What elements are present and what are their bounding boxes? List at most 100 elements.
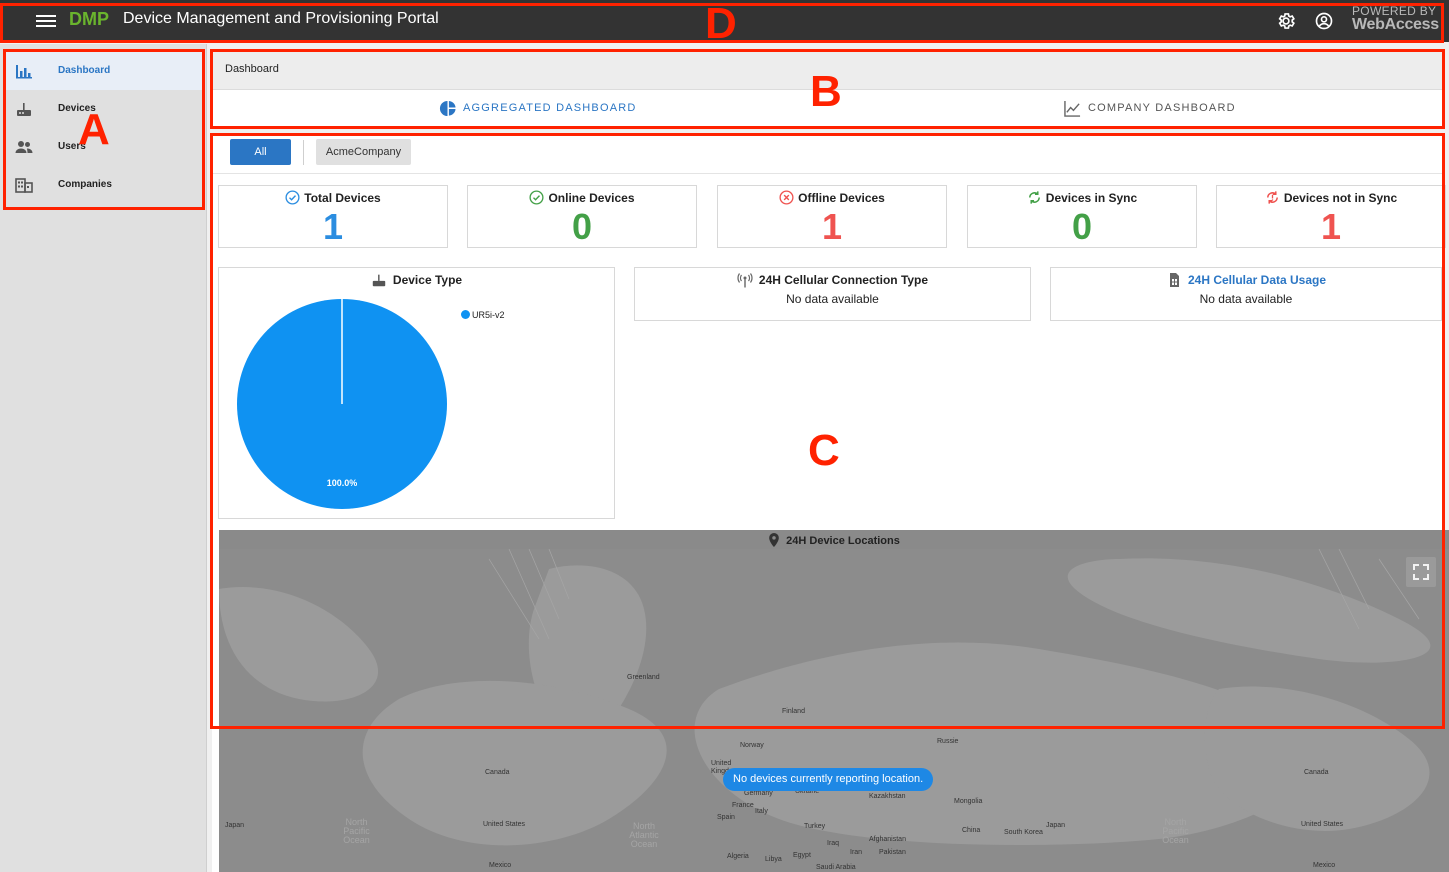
tab-aggregated-dashboard[interactable]: AGGREGATED DASHBOARD <box>439 100 637 117</box>
powered-by-logo: POWERED BY WebAccess <box>1352 5 1439 33</box>
map-label: Algeria <box>727 853 749 860</box>
map-label: United States <box>1301 821 1344 828</box>
map-header: 24H Device Locations <box>219 530 1449 549</box>
stat-label: Offline Devices <box>798 191 885 205</box>
cellular-data-usage-card: 24H Cellular Data Usage No data availabl… <box>1050 267 1442 321</box>
no-data-text: No data available <box>786 292 879 306</box>
map-label: Mexico <box>489 862 512 869</box>
map-label: Germany <box>744 790 773 797</box>
gear-icon[interactable] <box>1276 11 1296 31</box>
map-label: Mexico <box>1313 862 1336 869</box>
map-label: France <box>732 802 754 809</box>
ocean-label: North Pacific Ocean <box>1162 817 1189 845</box>
cellular-connection-card: 24H Cellular Connection Type No data ava… <box>634 267 1031 321</box>
map-label: Afghanistan <box>869 836 906 843</box>
stat-value: 1 <box>1320 206 1342 247</box>
chart-legend[interactable]: UR5i-v2 <box>461 310 505 320</box>
map-title: 24H Device Locations <box>786 535 900 547</box>
stat-label: Devices not in Sync <box>1283 191 1398 205</box>
sidebar-item-label: Companies <box>58 179 112 190</box>
filter-all-button[interactable]: All <box>230 139 291 165</box>
map-label: Pakistan <box>879 849 906 856</box>
check-circle-icon <box>529 190 545 205</box>
no-location-message: No devices currently reporting location. <box>723 768 934 791</box>
device-locations-map[interactable]: 24H Device Locations Greenland Finland N… <box>219 530 1449 872</box>
stat-offline-devices: Offline Devices 1 <box>717 185 947 248</box>
map-label: Russie <box>937 738 959 745</box>
map-label: Mongolia <box>954 798 983 805</box>
sync-icon <box>1028 191 1040 204</box>
map-label: South Korea <box>1004 829 1043 836</box>
legend-label: UR5i-v2 <box>472 310 505 320</box>
breadcrumb: Dashboard <box>225 63 279 75</box>
brand-logo[interactable]: DMP <box>69 9 109 30</box>
map-label: Iran <box>850 849 863 856</box>
map-label: China <box>962 827 981 834</box>
sidebar-item-dashboard[interactable]: Dashboard <box>4 52 202 90</box>
stat-total-devices: Total Devices 1 <box>218 185 448 248</box>
antenna-icon <box>737 273 753 288</box>
map-label: Iraq <box>827 840 840 847</box>
building-icon <box>15 178 33 193</box>
map-label: Japan <box>1046 822 1066 829</box>
map-label: Turkey <box>804 823 826 830</box>
x-circle-icon <box>779 190 794 205</box>
app-title: Device Management and Provisioning Porta… <box>123 10 439 27</box>
map-label: Greenland <box>627 674 660 681</box>
map-label: Italy <box>755 808 768 815</box>
stat-devices-not-in-sync: Devices not in Sync 1 <box>1216 185 1446 248</box>
pie-chart-icon <box>439 100 456 117</box>
device-type-card: Device Type 100.0% UR5i-v2 <box>218 267 615 519</box>
menu-icon[interactable] <box>36 12 56 30</box>
map-label: Canada <box>485 769 510 776</box>
tab-company-dashboard[interactable]: COMPANY DASHBOARD <box>1064 100 1236 117</box>
annotation-label-b: B <box>810 67 842 116</box>
stat-devices-in-sync: Devices in Sync 0 <box>967 185 1197 248</box>
stat-value: 0 <box>571 206 593 247</box>
card-title[interactable]: 24H Cellular Data Usage <box>1188 273 1326 287</box>
map-label: Saudi Arabia <box>816 864 856 871</box>
divider <box>303 140 304 165</box>
fullscreen-icon <box>1413 564 1429 580</box>
filter-company-button[interactable]: AcmeCompany <box>316 139 411 165</box>
map-label: Egypt <box>793 852 811 859</box>
location-pin-icon <box>769 533 779 547</box>
stat-value: 0 <box>1071 206 1093 247</box>
sidebar-item-label: Dashboard <box>58 65 111 76</box>
annotation-label-c: C <box>808 426 840 475</box>
stat-label: Devices in Sync <box>1045 191 1138 205</box>
stat-value: 1 <box>821 206 843 247</box>
ocean-label: North Pacific Ocean <box>343 817 370 845</box>
map-label: Finland <box>782 708 805 715</box>
map-label: Kazakhstan <box>869 793 906 800</box>
bar-chart-icon <box>16 65 32 79</box>
stat-label: Total Devices <box>304 191 381 205</box>
device-type-pie-chart: 100.0% <box>237 299 447 509</box>
ocean-label: North Atlantic Ocean <box>629 821 659 849</box>
sidebar-item-companies[interactable]: Companies <box>4 166 202 204</box>
check-circle-icon <box>285 190 300 205</box>
webaccess-text: WebAccess <box>1352 16 1439 33</box>
account-circle-icon[interactable] <box>1314 11 1334 31</box>
map-label: Libya <box>765 856 782 863</box>
world-map-background <box>219 549 1449 872</box>
router-icon <box>372 274 386 287</box>
card-title: 24H Cellular Connection Type <box>758 273 929 287</box>
annotation-label-d: D <box>705 0 737 48</box>
map-label: Spain <box>717 814 735 821</box>
fullscreen-button[interactable] <box>1406 557 1436 587</box>
stat-label: Online Devices <box>548 191 635 205</box>
legend-swatch <box>461 310 470 319</box>
tab-label: COMPANY DASHBOARD <box>1088 102 1236 114</box>
map-label: Norway <box>740 742 764 749</box>
line-chart-icon <box>1064 100 1081 117</box>
map-label: Japan <box>225 822 245 829</box>
stat-online-devices: Online Devices 0 <box>467 185 697 248</box>
pie-data-label: 100.0% <box>327 478 358 488</box>
sidebar: Dashboard Devices Users Companies <box>0 44 207 872</box>
users-icon <box>15 141 33 153</box>
router-icon <box>17 103 31 116</box>
sync-problem-icon <box>1266 191 1278 204</box>
sim-card-icon <box>1169 273 1179 287</box>
stat-value: 1 <box>322 206 344 247</box>
